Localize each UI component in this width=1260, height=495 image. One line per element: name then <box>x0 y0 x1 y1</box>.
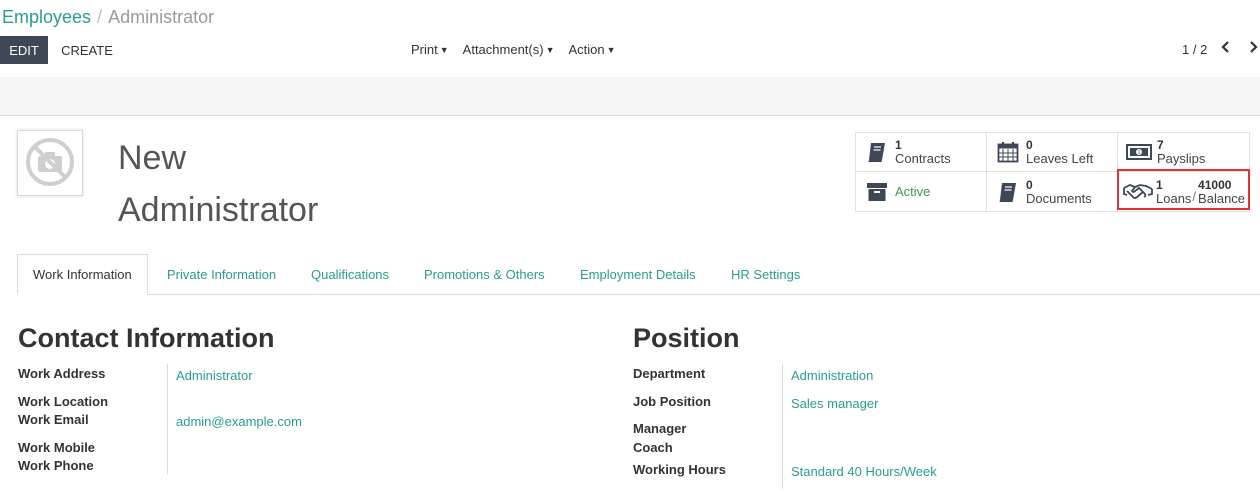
leaves-count: 0 <box>1026 138 1033 152</box>
book-icon <box>995 180 1021 204</box>
loans-button[interactable]: 1 Loans / 41000 Balance <box>1118 172 1249 211</box>
archive-icon <box>864 180 890 204</box>
working-hours-value[interactable]: Standard 40 Hours/Week <box>791 464 937 479</box>
svg-text:1: 1 <box>1138 150 1141 156</box>
position-divider <box>782 364 783 489</box>
work-phone-label: Work Phone <box>18 458 94 473</box>
caret-down-icon: ▼ <box>439 45 449 55</box>
edit-button[interactable]: EDIT <box>0 36 48 64</box>
department-label: Department <box>633 366 706 381</box>
work-address-value[interactable]: Administrator <box>176 368 253 383</box>
job-position-value[interactable]: Sales manager <box>791 396 878 411</box>
tab-work-information[interactable]: Work Information <box>17 254 148 295</box>
contracts-label: Contracts <box>895 151 951 166</box>
contact-divider <box>167 364 168 474</box>
employee-name-line1: New <box>118 139 187 177</box>
caret-down-icon: ▼ <box>545 45 555 55</box>
attachments-dropdown[interactable]: Attachment(s) ▼ <box>463 42 555 57</box>
breadcrumb: Employees / Administrator <box>2 7 214 28</box>
payslips-count: 7 <box>1157 138 1164 152</box>
tab-employment-details[interactable]: Employment Details <box>580 254 696 294</box>
contracts-count: 1 <box>895 138 902 152</box>
tab-private-information[interactable]: Private Information <box>167 254 276 294</box>
stat-buttons: 1 Contracts 0 Leaves Left 1 7 Payslips Acti… <box>855 132 1250 212</box>
action-label: Action <box>568 42 605 57</box>
department-value[interactable]: Administration <box>791 368 873 383</box>
print-dropdown[interactable]: Print ▼ <box>411 42 449 57</box>
documents-label: Documents <box>1026 190 1092 206</box>
calendar-icon <box>995 140 1021 164</box>
loans-label: Loans <box>1156 190 1192 206</box>
loans-count: 1 <box>1156 177 1163 192</box>
position-heading: Position <box>633 323 740 353</box>
documents-button[interactable]: 0 Documents <box>987 172 1118 211</box>
sidebar-menus: Print ▼ Attachment(s) ▼ Action ▼ <box>411 42 616 57</box>
pager-value[interactable]: 1 / 2 <box>1182 42 1207 57</box>
loans-balance-value: 41000 <box>1198 177 1232 192</box>
create-button[interactable]: CREATE <box>52 36 122 64</box>
active-toggle-button[interactable]: Active <box>856 172 987 211</box>
payslips-label: Payslips <box>1157 151 1206 166</box>
contracts-button[interactable]: 1 Contracts <box>856 133 987 172</box>
attachments-label: Attachment(s) <box>462 42 544 57</box>
breadcrumb-current: Administrator <box>108 7 215 27</box>
caret-down-icon: ▼ <box>606 45 616 55</box>
print-label: Print <box>411 42 438 57</box>
job-position-label: Job Position <box>633 394 711 409</box>
breadcrumb-employees-link[interactable]: Employees <box>2 7 91 27</box>
payslips-button[interactable]: 1 7 Payslips <box>1118 133 1249 172</box>
camera-slash-icon <box>22 134 78 193</box>
loans-balance-label: Balance <box>1198 190 1246 206</box>
chevron-right-icon[interactable] <box>1248 40 1258 57</box>
work-email-value[interactable]: admin@example.com <box>176 414 302 429</box>
employee-name: New Administrator <box>118 132 318 236</box>
work-address-label: Work Address <box>18 366 106 381</box>
coach-label: Coach <box>633 440 673 455</box>
active-status-label: Active <box>895 184 931 199</box>
leaves-label: Leaves Left <box>1026 151 1094 166</box>
loans-separator: / <box>1192 189 1197 204</box>
tab-qualifications[interactable]: Qualifications <box>311 254 389 294</box>
employee-avatar[interactable] <box>17 130 83 196</box>
statusbar-band <box>0 77 1260 116</box>
work-mobile-label: Work Mobile <box>18 440 96 455</box>
work-location-label: Work Location <box>18 394 109 409</box>
handshake-icon <box>1123 180 1153 204</box>
employee-name-line2: Administrator <box>118 191 319 229</box>
leaves-button[interactable]: 0 Leaves Left <box>987 133 1118 172</box>
tab-hr-settings[interactable]: HR Settings <box>731 254 800 294</box>
manager-label: Manager <box>633 421 687 436</box>
money-icon: 1 <box>1126 140 1152 164</box>
notebook-tabs: Work Information Private Information Qua… <box>17 254 1260 295</box>
work-email-label: Work Email <box>18 412 89 427</box>
book-icon <box>864 140 890 164</box>
breadcrumb-separator: / <box>97 7 103 27</box>
chevron-left-icon[interactable] <box>1221 40 1231 57</box>
working-hours-label: Working Hours <box>633 462 726 477</box>
contact-information-heading: Contact Information <box>18 323 275 353</box>
action-dropdown[interactable]: Action ▼ <box>569 42 616 57</box>
tab-promotions-others[interactable]: Promotions & Others <box>424 254 545 294</box>
documents-count: 0 <box>1026 177 1033 192</box>
